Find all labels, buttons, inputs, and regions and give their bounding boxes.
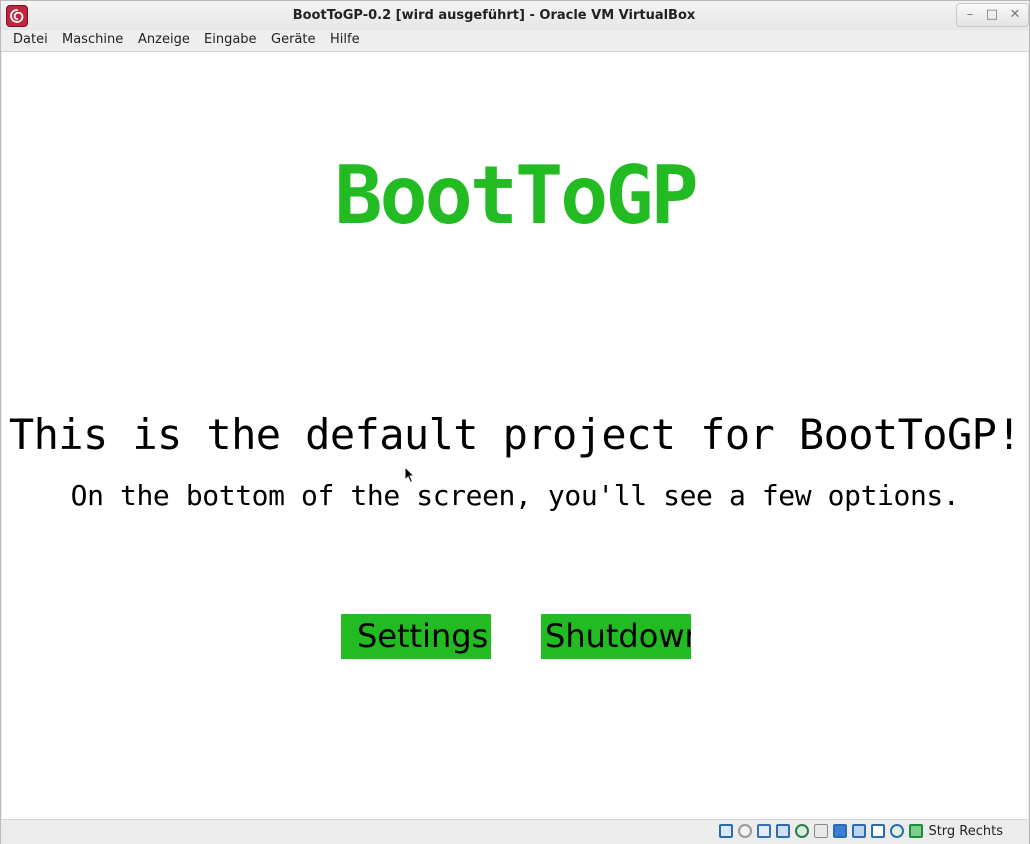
virtualbox-window: BootToGP-0.2 [wird ausgeführt] - Oracle … [0,0,1030,844]
video-capture-icon[interactable] [852,824,866,838]
virtualization-icon[interactable] [871,824,885,838]
shutdown-button[interactable]: Shutdown [541,614,691,659]
menu-geraete[interactable]: Geräte [271,32,315,47]
status-bar: Strg Rechts [1,819,1029,844]
optical-drive-icon[interactable] [738,824,752,838]
menu-maschine[interactable]: Maschine [62,32,123,47]
window-controls: – □ ✕ [956,3,1029,27]
shared-folders-icon[interactable] [814,824,828,838]
hard-disk-icon[interactable] [719,824,733,838]
host-key-label: Strg Rechts [928,824,1003,839]
keyboard-capture-icon[interactable] [909,824,923,838]
audio-icon[interactable] [757,824,771,838]
menu-datei[interactable]: Datei [13,32,48,47]
settings-button[interactable]: Settings [341,614,491,659]
mouse-cursor-icon [404,466,416,484]
guest-screen[interactable]: BootToGP This is the default project for… [2,52,1028,819]
menu-eingabe[interactable]: Eingabe [204,32,257,47]
network-icon[interactable] [776,824,790,838]
maximize-icon[interactable]: □ [983,6,1001,24]
display-icon[interactable] [833,824,847,838]
title-bar[interactable]: BootToGP-0.2 [wird ausgeführt] - Oracle … [1,1,1029,30]
minimize-icon[interactable]: – [961,6,979,24]
usb-icon[interactable] [795,824,809,838]
menu-anzeige[interactable]: Anzeige [138,32,190,47]
close-icon[interactable]: ✕ [1006,6,1024,24]
subline-text: On the bottom of the screen, you'll see … [70,479,960,512]
menu-hilfe[interactable]: Hilfe [330,32,360,47]
menu-bar: Datei Maschine Anzeige Eingabe Geräte Hi… [1,30,1029,52]
window-title: BootToGP-0.2 [wird ausgeführt] - Oracle … [292,8,696,23]
mouse-integration-icon[interactable] [890,824,904,838]
logo-title: BootToGP [334,149,698,242]
headline-text: This is the default project for BootToGP… [8,410,1022,459]
